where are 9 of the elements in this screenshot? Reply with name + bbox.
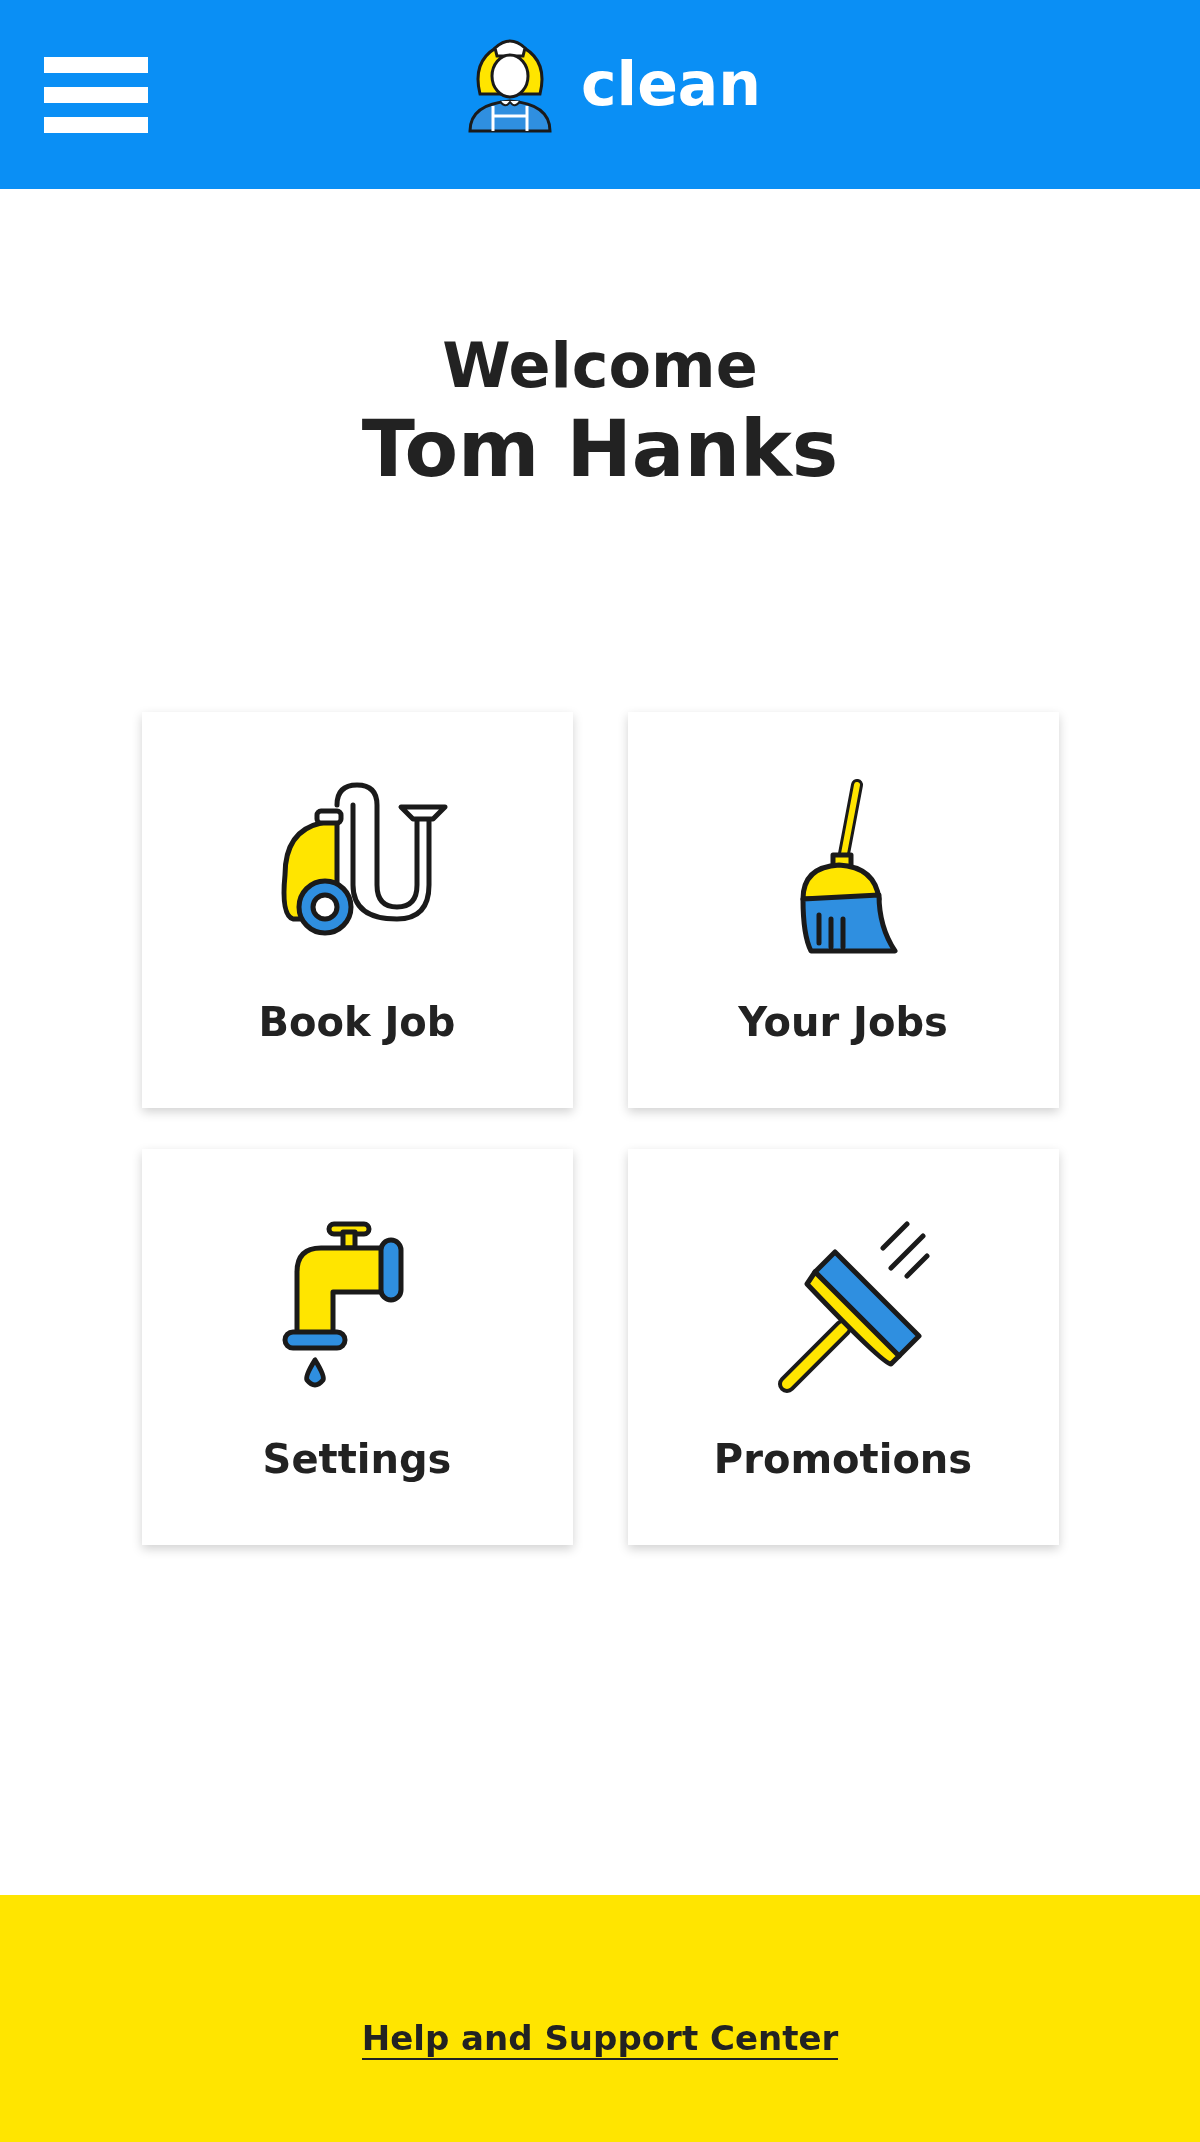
welcome-text: Welcome xyxy=(441,329,759,404)
menu-tile[interactable]: Promotions xyxy=(627,1149,1059,1545)
menu-tile[interactable]: Book Job xyxy=(141,712,573,1108)
menu-tile[interactable]: Your Jobs xyxy=(627,712,1059,1108)
user-name: Tom Hanks xyxy=(361,403,839,497)
menu-icon[interactable] xyxy=(44,56,148,133)
menu-tile[interactable]: Settings xyxy=(141,1149,573,1545)
help-link[interactable]: Help and Support Center xyxy=(361,1977,839,2060)
app-name: clean xyxy=(581,49,762,119)
